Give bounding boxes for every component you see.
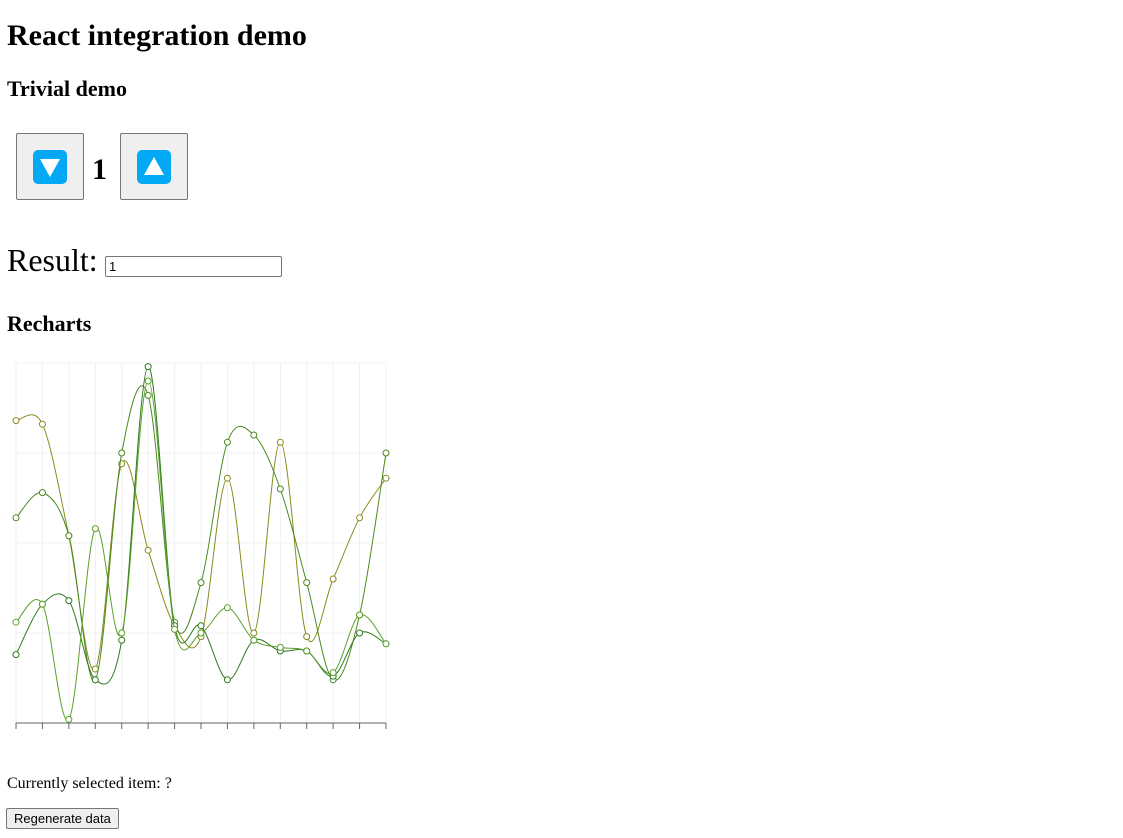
data-point — [382, 449, 390, 457]
selected-item-text: Currently selected item: ? — [7, 775, 172, 792]
arrow-down-icon — [33, 149, 67, 184]
increment-button[interactable] — [120, 133, 188, 200]
result-input[interactable] — [105, 256, 282, 277]
data-point — [382, 640, 390, 648]
data-point — [276, 438, 284, 446]
trivial-demo-heading: Trivial demo — [7, 76, 127, 101]
data-point — [276, 485, 284, 493]
page-title: React integration demo — [7, 19, 307, 52]
data-point — [356, 514, 364, 522]
data-point — [38, 489, 46, 497]
data-point — [250, 636, 258, 644]
data-point — [118, 636, 126, 644]
data-point — [250, 431, 258, 439]
data-point — [91, 525, 99, 533]
data-point — [12, 618, 20, 626]
data-point — [65, 597, 73, 605]
data-point — [250, 629, 258, 637]
decrement-button[interactable] — [16, 133, 84, 200]
chart-grid — [15, 362, 387, 724]
arrow-up-icon — [137, 149, 171, 184]
data-point — [303, 579, 311, 587]
data-point — [329, 669, 337, 677]
data-point — [303, 647, 311, 655]
data-point — [223, 676, 231, 684]
data-point — [171, 625, 179, 633]
data-point — [197, 579, 205, 587]
data-point — [144, 391, 152, 399]
data-point — [356, 629, 364, 637]
regenerate-data-button[interactable]: Regenerate data — [6, 808, 119, 829]
data-point — [144, 363, 152, 371]
data-point — [223, 604, 231, 612]
data-point — [91, 665, 99, 673]
result-label: Result: — [7, 242, 98, 278]
data-point — [12, 417, 20, 425]
data-point — [223, 474, 231, 482]
data-point — [38, 600, 46, 608]
x-axis — [15, 722, 387, 729]
data-point — [38, 420, 46, 428]
data-point — [223, 438, 231, 446]
data-point — [118, 629, 126, 637]
data-point — [65, 532, 73, 540]
data-point — [144, 546, 152, 554]
data-point — [276, 643, 284, 651]
data-point — [144, 377, 152, 385]
data-point — [329, 575, 337, 583]
data-point — [356, 611, 364, 619]
data-point — [197, 629, 205, 637]
data-point — [382, 474, 390, 482]
line-chart — [12, 362, 390, 729]
data-point — [12, 651, 20, 659]
data-point — [303, 633, 311, 641]
data-point — [91, 676, 99, 684]
data-point — [65, 715, 73, 723]
data-point — [118, 449, 126, 457]
data-point — [197, 622, 205, 630]
data-point — [12, 514, 20, 522]
counter-value: 1 — [92, 153, 107, 186]
recharts-heading: Recharts — [7, 311, 92, 336]
